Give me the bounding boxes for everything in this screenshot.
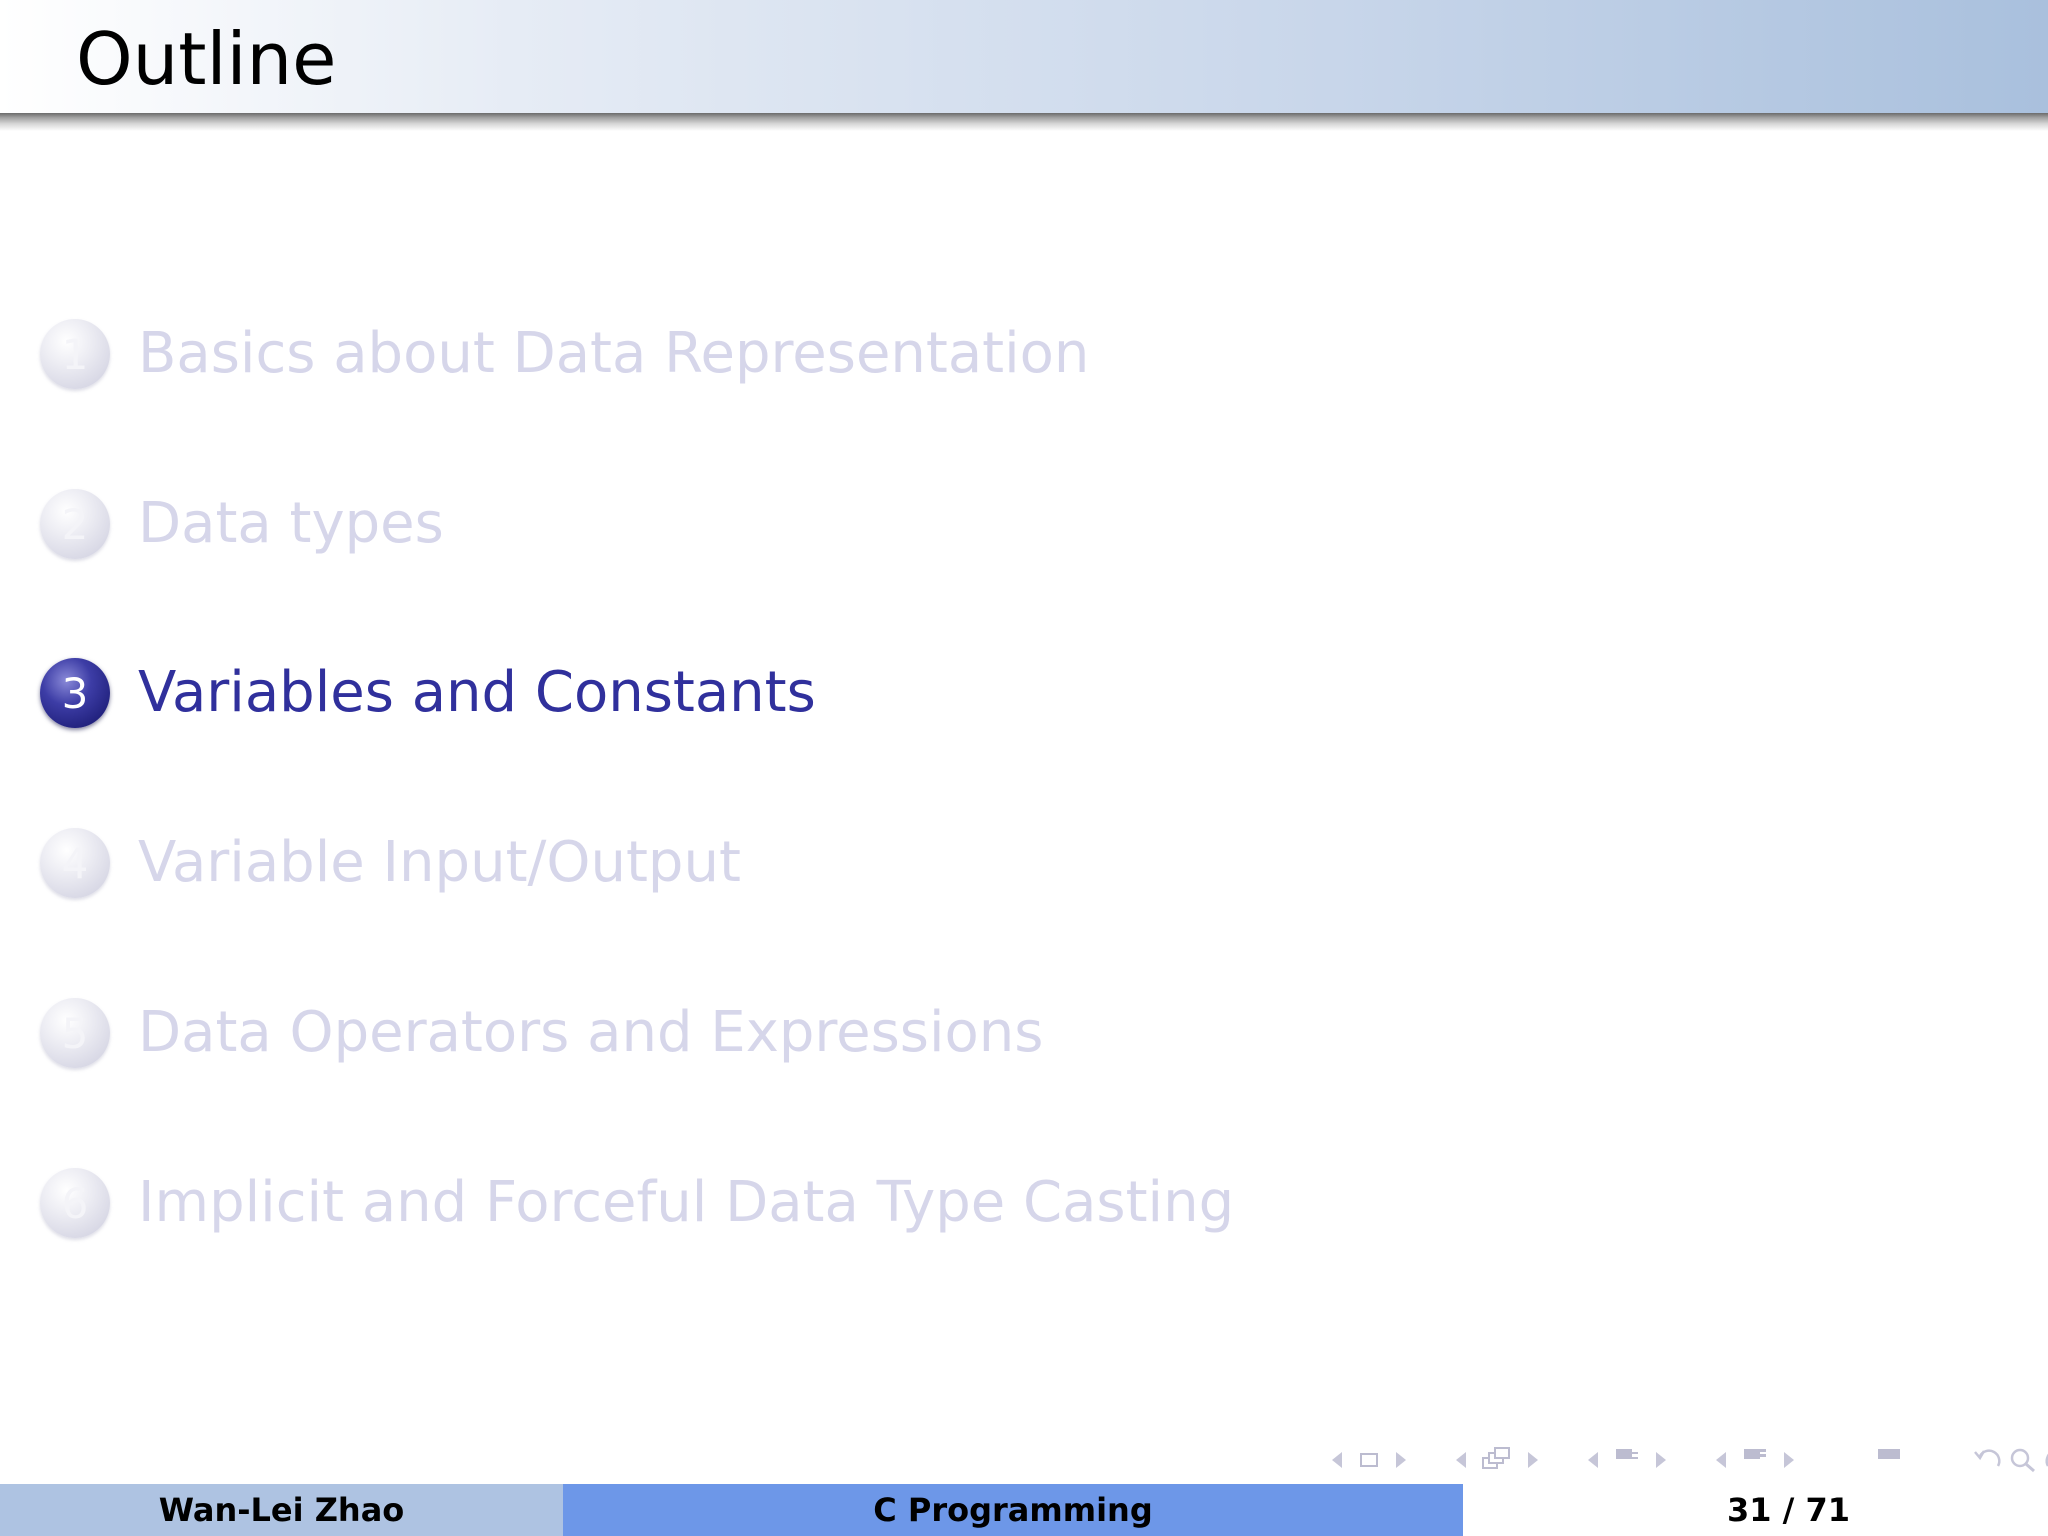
toc-number-ball: 1 <box>40 319 110 389</box>
toc-item-5[interactable]: 5 Data Operators and Expressions <box>40 995 1043 1071</box>
toc-number-ball: 6 <box>40 1168 110 1238</box>
subsection-nav-group <box>1576 1449 1678 1471</box>
footer: Wan-Lei Zhao C Programming 31 / 71 <box>0 1484 2048 1536</box>
toc-number-ball: 3 <box>40 658 110 728</box>
frame-next-icon[interactable] <box>1528 1452 1538 1468</box>
toc-item-1[interactable]: 1 Basics about Data Representation <box>40 316 1089 392</box>
section-prev-icon[interactable] <box>1716 1452 1726 1468</box>
slide-next-icon[interactable] <box>1396 1452 1406 1468</box>
redo-icon[interactable] <box>2042 1446 2048 1474</box>
subsection-icon[interactable] <box>1616 1449 1638 1471</box>
toc-item-3[interactable]: 3 Variables and Constants <box>40 655 816 731</box>
subsection-prev-icon[interactable] <box>1588 1452 1598 1468</box>
toc-item-label: Implicit and Forceful Data Type Casting <box>138 1170 1235 1235</box>
toc-item-label: Data Operators and Expressions <box>138 1000 1044 1065</box>
title-bar-shadow <box>0 113 2048 131</box>
frames-icon[interactable] <box>1482 1447 1512 1473</box>
toc-number-ball: 4 <box>40 828 110 898</box>
toc-nav-group <box>1872 1449 1906 1471</box>
toc-item-4[interactable]: 4 Variable Input/Output <box>40 825 741 901</box>
toc-item-label: Basics about Data Representation <box>138 321 1090 386</box>
section-icon[interactable] <box>1744 1449 1766 1471</box>
section-next-icon[interactable] <box>1784 1452 1794 1468</box>
search-nav-group <box>1972 1446 2048 1474</box>
toc-number-ball: 5 <box>40 998 110 1068</box>
toc-number-ball: 2 <box>40 489 110 559</box>
toc-item-label: Variables and Constants <box>138 660 816 725</box>
subsection-next-icon[interactable] <box>1656 1452 1666 1468</box>
footer-author: Wan-Lei Zhao <box>0 1484 563 1536</box>
navigation-bar <box>1320 1440 2048 1480</box>
title-bar: Outline <box>0 0 2048 113</box>
frame-prev-icon[interactable] <box>1456 1452 1466 1468</box>
footer-course-title: C Programming <box>563 1484 1463 1536</box>
slide-nav-group <box>1320 1452 1418 1468</box>
search-icon[interactable] <box>2008 1446 2038 1474</box>
undo-icon[interactable] <box>1972 1446 2004 1474</box>
section-nav-group <box>1704 1449 1806 1471</box>
toc-item-label: Data types <box>138 491 444 556</box>
slide: Outline 1 Basics about Data Representati… <box>0 0 2048 1536</box>
toc-item-label: Variable Input/Output <box>138 830 741 895</box>
slide-title: Outline <box>76 17 337 101</box>
slide-prev-icon[interactable] <box>1332 1452 1342 1468</box>
toc-item-6[interactable]: 6 Implicit and Forceful Data Type Castin… <box>40 1165 1234 1241</box>
slide-icon[interactable] <box>1360 1453 1378 1467</box>
frame-nav-group <box>1444 1447 1550 1473</box>
footer-page-number: 31 / 71 <box>1463 1484 2048 1536</box>
toc-item-2[interactable]: 2 Data types <box>40 486 444 562</box>
toc-icon[interactable] <box>1878 1449 1900 1471</box>
